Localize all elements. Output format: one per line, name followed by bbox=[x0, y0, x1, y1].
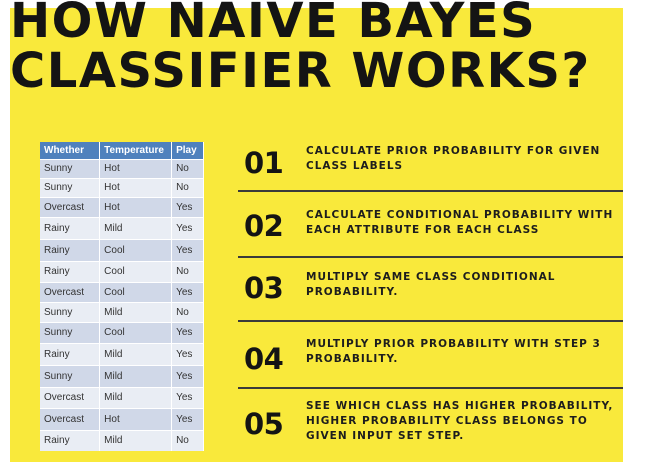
step-number: 04 bbox=[244, 342, 284, 376]
table-cell: Overcast bbox=[40, 386, 101, 408]
table-row: Rainy Cool Yes bbox=[40, 238, 204, 261]
table-cell: No bbox=[171, 301, 204, 322]
step-number: 01 bbox=[244, 146, 284, 180]
step-description: CALCULATE PRIOR PROBABILITY FOR GIVEN CL… bbox=[306, 145, 601, 172]
table-cell: Yes bbox=[171, 364, 204, 387]
table-cell: Yes bbox=[171, 321, 204, 343]
table-row: Rainy Mild No bbox=[40, 429, 204, 451]
step-4: 04 MULTIPLY PRIOR PROBABILITY WITH STEP 3… bbox=[238, 322, 623, 389]
table-row: Rainy Mild Yes bbox=[40, 216, 204, 239]
step-2: 02 CALCULATE CONDITIONAL PROBABILITY WITH… bbox=[238, 192, 623, 258]
table-cell: Yes bbox=[171, 281, 204, 302]
step-5: 05 SEE WHICH CLASS HAS HIGHER PROBABILITY… bbox=[238, 389, 623, 461]
table-header-row: Whether Temperature Play bbox=[40, 142, 204, 159]
table-row: Sunny Mild Yes bbox=[40, 364, 204, 387]
table-cell: Hot bbox=[99, 158, 173, 178]
table-row: Overcast Cool Yes bbox=[40, 281, 204, 302]
table-row: Overcast Hot Yes bbox=[40, 196, 204, 217]
table-cell: Yes bbox=[171, 342, 204, 365]
table-row: Rainy Mild Yes bbox=[40, 342, 204, 365]
step-number: 02 bbox=[244, 209, 284, 243]
table-cell: Sunny bbox=[40, 301, 101, 322]
table-cell: Overcast bbox=[40, 281, 101, 302]
table-cell: Yes bbox=[171, 407, 204, 430]
table-cell: Rainy bbox=[40, 342, 101, 365]
table-cell: Mild bbox=[99, 301, 173, 322]
step-description: SEE WHICH CLASS HAS HIGHER PROBABILITY, … bbox=[306, 400, 614, 442]
table-cell: Yes bbox=[171, 386, 204, 408]
table-cell: Mild bbox=[99, 429, 173, 451]
step-1: 01 CALCULATE PRIOR PROBABILITY FOR GIVEN … bbox=[238, 132, 623, 192]
table-cell: No bbox=[171, 260, 204, 282]
page-title: HOW NAIVE BAYES CLASSIFIER WORKS? bbox=[10, 0, 640, 96]
table-cell: No bbox=[171, 158, 204, 178]
table-cell: Rainy bbox=[40, 216, 101, 239]
table-row: Rainy Cool No bbox=[40, 260, 204, 282]
table-cell: Rainy bbox=[40, 429, 101, 451]
title-line-2: CLASSIFIER WORKS? bbox=[10, 43, 591, 99]
column-header-whether: Whether bbox=[40, 142, 101, 159]
table-cell: Mild bbox=[99, 342, 173, 365]
table-cell: Mild bbox=[99, 216, 173, 239]
column-header-temperature: Temperature bbox=[99, 142, 173, 159]
table-row: Sunny Mild No bbox=[40, 301, 204, 322]
table-cell: Cool bbox=[99, 281, 173, 302]
table-cell: Sunny bbox=[40, 364, 101, 387]
step-description: MULTIPLY SAME CLASS CONDITIONAL PROBABIL… bbox=[306, 271, 556, 298]
step-description: CALCULATE CONDITIONAL PROBABILITY WITH E… bbox=[306, 209, 614, 236]
table-cell: Hot bbox=[99, 177, 173, 197]
table-cell: Yes bbox=[171, 238, 204, 261]
table-cell: Sunny bbox=[40, 321, 101, 343]
step-description: MULTIPLY PRIOR PROBABILITY WITH STEP 3 P… bbox=[306, 338, 601, 365]
table-cell: Sunny bbox=[40, 158, 101, 178]
table-cell: Overcast bbox=[40, 407, 101, 430]
table-cell: Cool bbox=[99, 321, 173, 343]
column-header-play: Play bbox=[171, 142, 204, 159]
step-3: 03 MULTIPLY SAME CLASS CONDITIONAL PROBAB… bbox=[238, 258, 623, 322]
step-number: 03 bbox=[244, 271, 284, 305]
table-row: Sunny Hot No bbox=[40, 158, 204, 178]
weather-data-table: Whether Temperature Play Sunny Hot No Sunny… bbox=[40, 142, 204, 451]
table-cell: Cool bbox=[99, 260, 173, 282]
table-row: Sunny Cool Yes bbox=[40, 321, 204, 343]
table-cell: Hot bbox=[99, 407, 173, 430]
table-row: Overcast Mild Yes bbox=[40, 386, 204, 408]
table-cell: Yes bbox=[171, 196, 204, 217]
table-cell: Overcast bbox=[40, 196, 101, 217]
table-row: Overcast Hot Yes bbox=[40, 407, 204, 430]
table-cell: Hot bbox=[99, 196, 173, 217]
table-cell: No bbox=[171, 429, 204, 451]
table-cell: Mild bbox=[99, 364, 173, 387]
table-cell: Cool bbox=[99, 238, 173, 261]
table-cell: Mild bbox=[99, 386, 173, 408]
table-cell: Sunny bbox=[40, 177, 101, 197]
table-cell: Rainy bbox=[40, 238, 101, 261]
step-number: 05 bbox=[244, 407, 284, 441]
table-row: Sunny Hot No bbox=[40, 177, 204, 197]
table-cell: No bbox=[171, 177, 204, 197]
table-cell: Rainy bbox=[40, 260, 101, 282]
title-line-1: HOW NAIVE BAYES bbox=[10, 0, 537, 49]
table-cell: Yes bbox=[171, 216, 204, 239]
